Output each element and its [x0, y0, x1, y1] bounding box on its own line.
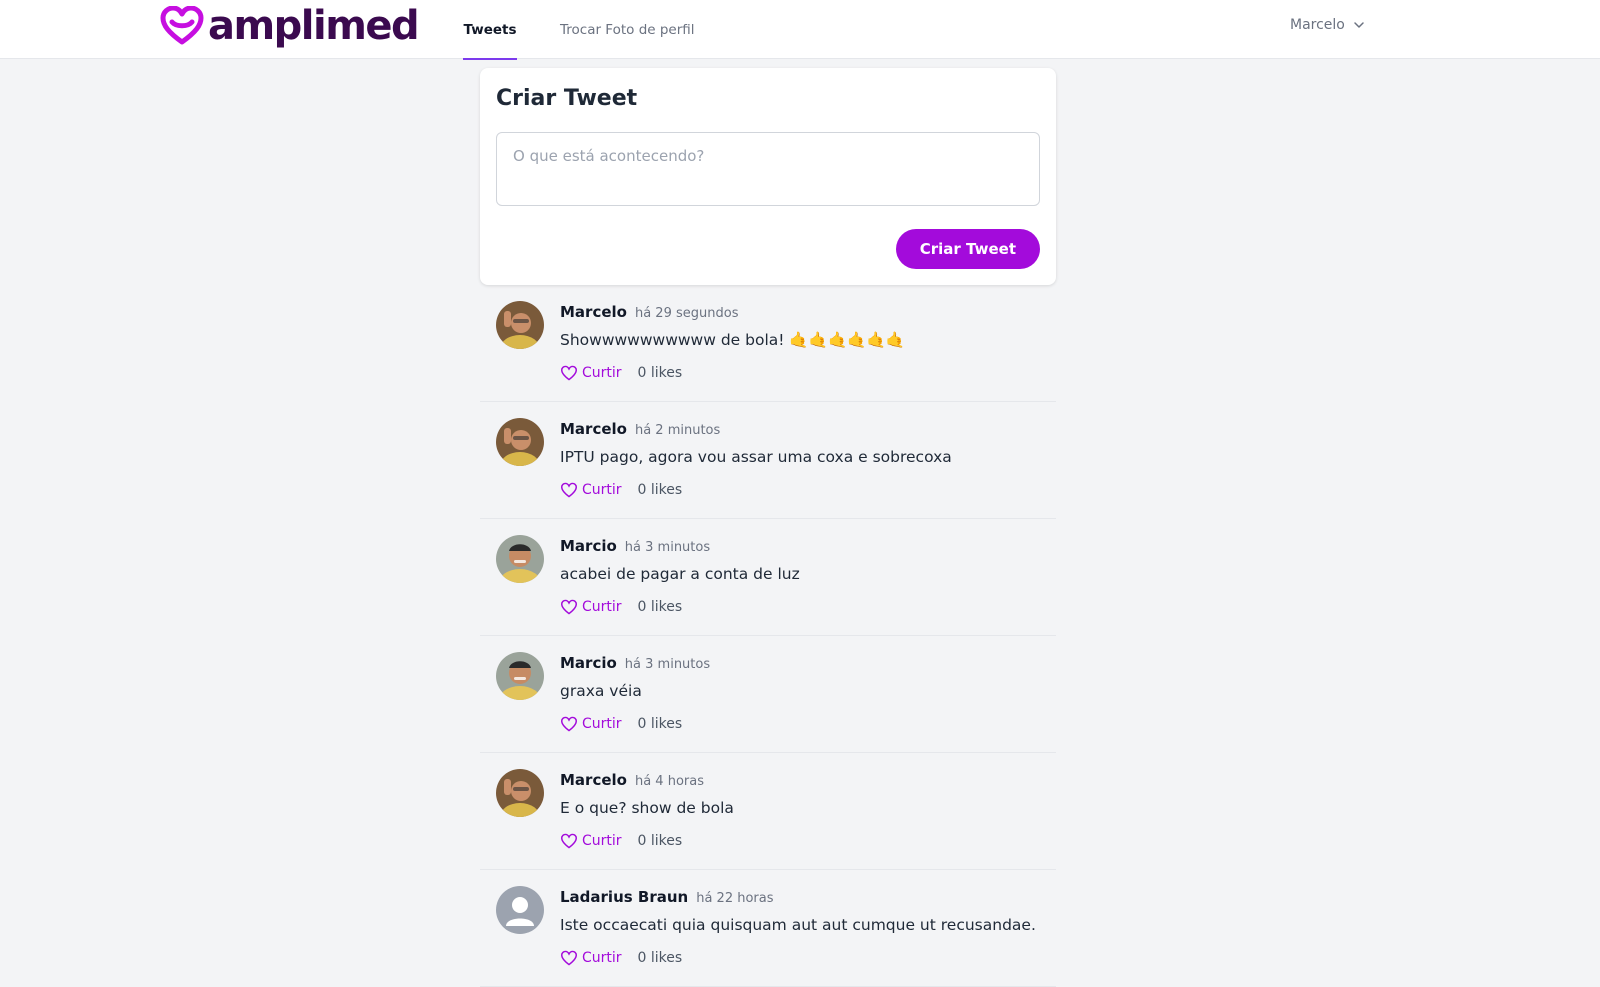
likes-count: 0 likes: [637, 833, 683, 849]
like-button[interactable]: Curtir: [560, 365, 622, 381]
tweet-feed: Marcelo há 29 segundos Showwwwwwwwww de …: [480, 285, 1056, 987]
user-menu[interactable]: Marcelo: [1290, 17, 1365, 33]
tweet-text: graxa véia: [560, 682, 642, 700]
like-label: Curtir: [582, 950, 622, 966]
avatar[interactable]: [496, 418, 544, 466]
heart-icon: [560, 950, 578, 966]
heart-icon: [560, 833, 578, 849]
tweet-text: E o que? show de bola: [560, 799, 734, 817]
tweet-item: Marcelo há 4 horas E o que? show de bola…: [480, 753, 1056, 870]
default-user-icon: [496, 886, 544, 934]
compose-title: Criar Tweet: [496, 86, 638, 111]
like-button[interactable]: Curtir: [560, 950, 622, 966]
tweet-text: Iste occaecati quia quisquam aut aut cum…: [560, 916, 1036, 934]
tweet-author[interactable]: Marcelo: [560, 420, 627, 438]
like-label: Curtir: [582, 833, 622, 849]
like-label: Curtir: [582, 365, 622, 381]
compose-card: Criar Tweet Criar Tweet: [480, 68, 1056, 285]
tweet-text: IPTU pago, agora vou assar uma coxa e so…: [560, 448, 952, 466]
like-label: Curtir: [582, 599, 622, 615]
like-button[interactable]: Curtir: [560, 482, 622, 498]
like-button[interactable]: Curtir: [560, 833, 622, 849]
tweet-time: há 2 minutos: [634, 423, 721, 438]
likes-count: 0 likes: [637, 716, 683, 732]
heart-icon: [560, 716, 578, 732]
like-label: Curtir: [582, 482, 622, 498]
user-photo-icon: [496, 769, 544, 817]
tweet-time: há 22 horas: [696, 891, 774, 906]
like-label: Curtir: [582, 716, 622, 732]
heart-icon: [560, 599, 578, 615]
tweet-time: há 29 segundos: [634, 306, 739, 321]
brand-name: amplimed: [208, 3, 420, 49]
avatar[interactable]: [496, 769, 544, 817]
avatar[interactable]: [496, 301, 544, 349]
like-button[interactable]: Curtir: [560, 716, 622, 732]
user-photo-icon: [496, 301, 544, 349]
avatar[interactable]: [496, 535, 544, 583]
tweet-item: Marcio há 3 minutos acabei de pagar a co…: [480, 519, 1056, 636]
tweet-author[interactable]: Ladarius Braun: [560, 888, 688, 906]
likes-count: 0 likes: [637, 482, 683, 498]
likes-count: 0 likes: [637, 950, 683, 966]
top-navbar: amplimed Tweets Trocar Foto de perfil Ma…: [0, 0, 1600, 60]
tweet-time: há 3 minutos: [624, 657, 711, 672]
tweet-time: há 4 horas: [634, 774, 704, 789]
avatar[interactable]: [496, 652, 544, 700]
tab-tweets[interactable]: Tweets: [463, 0, 517, 60]
likes-count: 0 likes: [637, 599, 683, 615]
tweet-author[interactable]: Marcelo: [560, 771, 627, 789]
tweet-time: há 3 minutos: [624, 540, 711, 555]
tweet-item: Marcelo há 29 segundos Showwwwwwwwww de …: [480, 285, 1056, 402]
tweet-text: Showwwwwwwwww de bola! 🤙🤙🤙🤙🤙🤙: [560, 331, 906, 349]
chevron-down-icon: [1354, 22, 1364, 28]
tweet-item: Marcelo há 2 minutos IPTU pago, agora vo…: [480, 402, 1056, 519]
like-button[interactable]: Curtir: [560, 599, 622, 615]
user-photo-icon: [496, 652, 544, 700]
amplimed-logo[interactable]: amplimed: [160, 3, 420, 49]
create-tweet-button[interactable]: Criar Tweet: [895, 229, 1040, 269]
avatar[interactable]: [496, 886, 544, 934]
tweet-author[interactable]: Marcio: [560, 537, 617, 555]
tweet-text: acabei de pagar a conta de luz: [560, 565, 800, 583]
tweet-item: Marcio há 3 minutos graxa véia Curtir 0 …: [480, 636, 1056, 753]
likes-count: 0 likes: [637, 365, 683, 381]
tweet-input[interactable]: [496, 132, 1040, 206]
tab-trocar-foto[interactable]: Trocar Foto de perfil: [560, 0, 695, 59]
tweet-item: Ladarius Braun há 22 horas Iste occaecat…: [480, 870, 1056, 987]
heart-logo-icon: [160, 6, 204, 45]
user-photo-icon: [496, 418, 544, 466]
heart-icon: [560, 365, 578, 381]
user-photo-icon: [496, 535, 544, 583]
tweet-author[interactable]: Marcio: [560, 654, 617, 672]
user-name: Marcelo: [1290, 17, 1345, 33]
tweet-author[interactable]: Marcelo: [560, 303, 627, 321]
heart-icon: [560, 482, 578, 498]
